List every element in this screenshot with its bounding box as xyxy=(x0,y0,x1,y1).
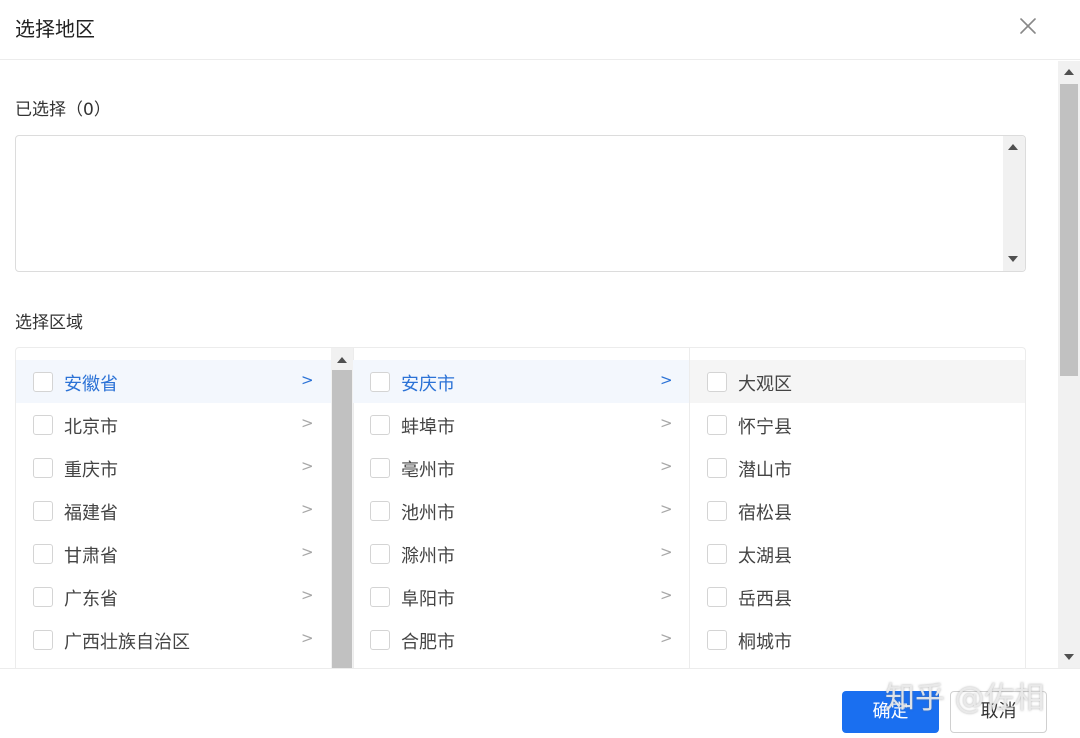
district-checkbox[interactable] xyxy=(707,501,727,521)
city-label: 滁州市 xyxy=(401,546,455,567)
city-checkbox[interactable] xyxy=(370,630,390,650)
city-checkbox[interactable] xyxy=(370,501,390,521)
district-row[interactable]: 宿松县 xyxy=(690,489,1025,532)
city-label: 蚌埠市 xyxy=(401,417,455,438)
close-button[interactable] xyxy=(1014,12,1042,40)
city-checkbox[interactable] xyxy=(370,587,390,607)
chevron-right-icon: > xyxy=(660,586,673,604)
chevron-right-icon: > xyxy=(660,629,673,647)
district-label: 大观区 xyxy=(738,374,792,395)
chevron-right-icon: > xyxy=(301,586,314,604)
selected-scroll-down-icon[interactable] xyxy=(1008,256,1018,262)
city-column: 安庆市 > 蚌埠市 > 亳州市 > 池州市 > 滁州市 > 阜阳市 > 合肥市 … xyxy=(353,348,689,669)
province-label: 重庆市 xyxy=(64,460,118,481)
selected-count-label: 已选择（0） xyxy=(15,100,111,120)
district-checkbox[interactable] xyxy=(707,458,727,478)
chevron-right-icon: > xyxy=(301,629,314,647)
chevron-right-icon: > xyxy=(301,414,314,432)
city-row[interactable]: 滁州市 > xyxy=(353,532,689,575)
city-label: 合肥市 xyxy=(401,632,455,653)
city-label: 亳州市 xyxy=(401,460,455,481)
chevron-right-icon: > xyxy=(660,457,673,475)
province-scrollbar-thumb[interactable] xyxy=(332,370,352,669)
province-row[interactable]: 甘肃省 > xyxy=(16,532,331,575)
province-row[interactable]: 福建省 > xyxy=(16,489,331,532)
province-scroll-up-icon[interactable] xyxy=(337,357,347,363)
district-label: 岳西县 xyxy=(738,589,792,610)
cancel-button[interactable]: 取消 xyxy=(950,691,1047,733)
province-label: 安徽省 xyxy=(64,374,118,395)
district-label: 潜山市 xyxy=(738,460,792,481)
selected-box-scrollbar[interactable] xyxy=(1003,136,1025,271)
city-row[interactable]: 亳州市 > xyxy=(353,446,689,489)
district-row[interactable]: 桐城市 xyxy=(690,618,1025,661)
province-label: 福建省 xyxy=(64,503,118,524)
city-checkbox[interactable] xyxy=(370,458,390,478)
region-picker: 安徽省 > 北京市 > 重庆市 > 福建省 > 甘肃省 > 广东省 > 广西壮族… xyxy=(15,347,1026,669)
province-label: 广东省 xyxy=(64,589,118,610)
chevron-right-icon: > xyxy=(301,457,314,475)
district-label: 怀宁县 xyxy=(738,417,792,438)
province-checkbox[interactable] xyxy=(33,415,53,435)
dialog-title: 选择地区 xyxy=(15,17,95,41)
province-row[interactable]: 北京市 > xyxy=(16,403,331,446)
province-label: 北京市 xyxy=(64,417,118,438)
city-row[interactable]: 阜阳市 > xyxy=(353,575,689,618)
city-checkbox[interactable] xyxy=(370,415,390,435)
region-section-label: 选择区域 xyxy=(15,313,83,333)
dialog-scroll-down-icon[interactable] xyxy=(1064,654,1074,660)
city-label: 池州市 xyxy=(401,503,455,524)
chevron-right-icon: > xyxy=(660,543,673,561)
chevron-right-icon: > xyxy=(301,543,314,561)
selected-items-box[interactable] xyxy=(15,135,1026,272)
chevron-right-icon: > xyxy=(660,371,673,389)
district-row[interactable]: 岳西县 xyxy=(690,575,1025,618)
close-icon xyxy=(1020,18,1036,34)
city-label: 阜阳市 xyxy=(401,589,455,610)
province-row[interactable]: 重庆市 > xyxy=(16,446,331,489)
confirm-button[interactable]: 确定 xyxy=(842,691,939,733)
district-row[interactable]: 潜山市 xyxy=(690,446,1025,489)
province-column: 安徽省 > 北京市 > 重庆市 > 福建省 > 甘肃省 > 广东省 > 广西壮族… xyxy=(16,348,331,669)
dialog-header: 选择地区 xyxy=(0,0,1080,60)
city-row[interactable]: 池州市 > xyxy=(353,489,689,532)
province-checkbox[interactable] xyxy=(33,372,53,392)
dialog-scroll-up-icon[interactable] xyxy=(1064,69,1074,75)
province-checkbox[interactable] xyxy=(33,630,53,650)
province-checkbox[interactable] xyxy=(33,458,53,478)
chevron-right-icon: > xyxy=(301,500,314,518)
district-row[interactable]: 太湖县 xyxy=(690,532,1025,575)
city-row[interactable]: 合肥市 > xyxy=(353,618,689,661)
province-row[interactable]: 广东省 > xyxy=(16,575,331,618)
province-checkbox[interactable] xyxy=(33,587,53,607)
chevron-right-icon: > xyxy=(660,414,673,432)
district-label: 桐城市 xyxy=(738,632,792,653)
district-row[interactable]: 怀宁县 xyxy=(690,403,1025,446)
city-label: 安庆市 xyxy=(401,374,455,395)
province-row[interactable]: 广西壮族自治区 > xyxy=(16,618,331,661)
city-row[interactable]: 安庆市 > xyxy=(353,360,689,403)
dialog-scrollbar-thumb[interactable] xyxy=(1060,84,1078,376)
province-label: 甘肃省 xyxy=(64,546,118,567)
selected-scroll-up-icon[interactable] xyxy=(1008,144,1018,150)
province-checkbox[interactable] xyxy=(33,544,53,564)
district-label: 太湖县 xyxy=(738,546,792,567)
district-checkbox[interactable] xyxy=(707,587,727,607)
city-checkbox[interactable] xyxy=(370,372,390,392)
district-label: 宿松县 xyxy=(738,503,792,524)
district-checkbox[interactable] xyxy=(707,630,727,650)
province-label: 广西壮族自治区 xyxy=(64,632,190,653)
district-row[interactable]: 大观区 xyxy=(690,360,1025,403)
city-checkbox[interactable] xyxy=(370,544,390,564)
province-row[interactable]: 安徽省 > xyxy=(16,360,331,403)
district-checkbox[interactable] xyxy=(707,415,727,435)
district-checkbox[interactable] xyxy=(707,544,727,564)
city-row[interactable]: 蚌埠市 > xyxy=(353,403,689,446)
chevron-right-icon: > xyxy=(301,371,314,389)
district-column: 大观区 怀宁县 潜山市 宿松县 太湖县 岳西县 桐城市 xyxy=(690,348,1025,669)
province-checkbox[interactable] xyxy=(33,501,53,521)
chevron-right-icon: > xyxy=(660,500,673,518)
district-checkbox[interactable] xyxy=(707,372,727,392)
